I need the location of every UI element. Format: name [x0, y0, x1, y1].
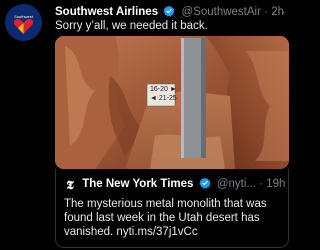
quoted-tweet-text: The mysterious metal monolith that was f… [64, 198, 267, 238]
quoted-author-handle[interactable]: @nyti... [217, 178, 256, 190]
more-options-icon[interactable]: ··· [272, 5, 287, 19]
author-handle[interactable]: @SouthwestAir [182, 6, 261, 18]
quoted-tweet-header: 𝕿 The New York Times @nyti... · 19h [64, 177, 285, 193]
quoted-author-name[interactable]: The New York Times [82, 178, 193, 190]
verified-badge-icon [199, 177, 211, 193]
nyt-logo-icon: 𝕿 [66, 178, 74, 192]
southwest-heart-logo-icon: Southwest [5, 4, 42, 41]
tweet-text: Sorry y’all, we needed it back. [55, 20, 208, 32]
author-name[interactable]: Southwest Airlines [55, 6, 158, 18]
avatar[interactable]: Southwest [5, 4, 42, 41]
svg-text:Southwest: Southwest [14, 14, 34, 19]
quoted-tweet[interactable]: 𝕿 The New York Times @nyti... · 19h The … [55, 169, 289, 248]
tweet-media-image[interactable]: 16-20 ► ◄ 21-25 [55, 36, 289, 169]
separator-dot: · [264, 6, 268, 18]
sign-label-bottom: ◄ 21-25 [150, 95, 177, 102]
sign-label-top: 16-20 ► [150, 86, 177, 93]
separator-dot: · [259, 178, 264, 190]
tweet-header: Southwest Airlines @SouthwestAir · 2h ··… [55, 5, 291, 19]
quoted-timestamp[interactable]: 19h [266, 178, 285, 190]
